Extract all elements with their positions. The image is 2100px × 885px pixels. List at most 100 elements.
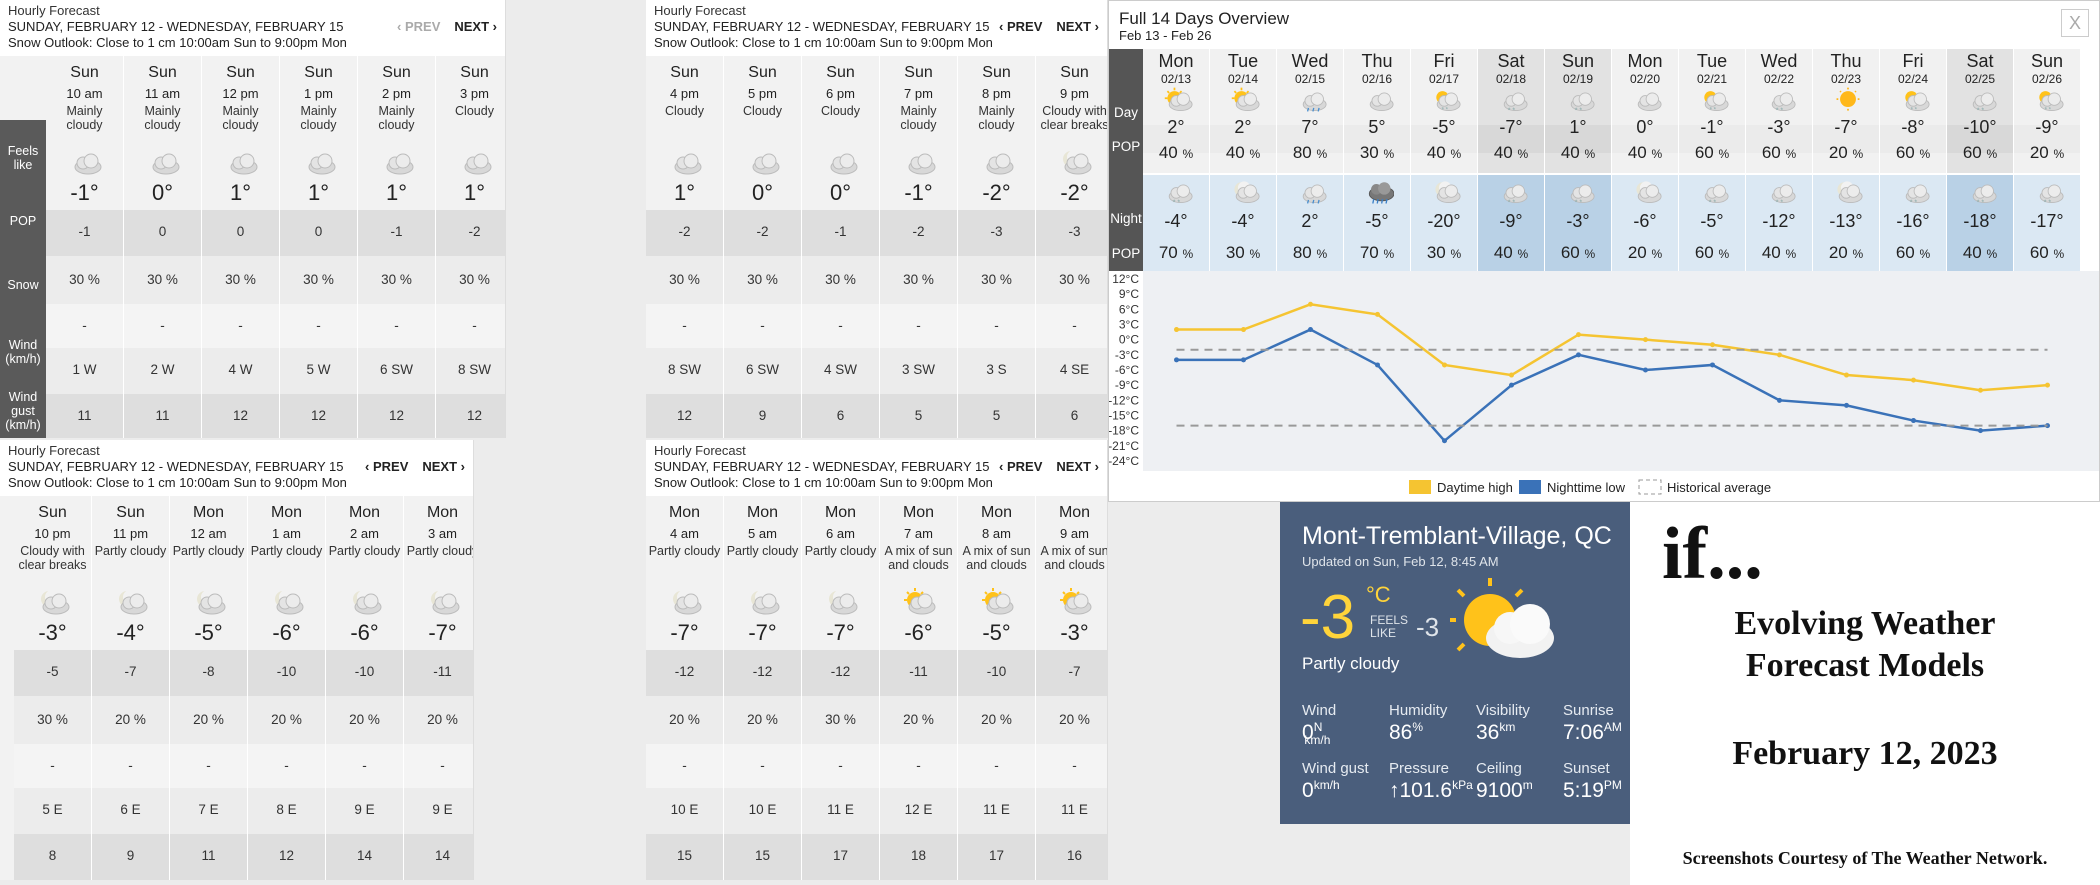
hour-label: 10 am xyxy=(66,86,103,101)
stat-label: Wind xyxy=(1302,702,1337,719)
stat-label: Humidity xyxy=(1389,702,1448,719)
day-pop-value: 40 xyxy=(1426,143,1446,162)
condition-text: Partly cloudy xyxy=(648,544,721,558)
hour-label: 4 am xyxy=(670,526,699,541)
day-pop: 20 % xyxy=(2014,143,2080,163)
pop-label: POP xyxy=(1111,139,1141,154)
hour-label: 9 pm xyxy=(1060,86,1089,101)
wind-gust-value: 15 xyxy=(754,848,771,863)
snow-cloud-icon: * * xyxy=(1766,87,1796,114)
next-button[interactable]: NEXT › xyxy=(1056,19,1099,34)
pop-value: 30 % xyxy=(825,272,856,287)
next-button[interactable]: NEXT › xyxy=(454,19,497,34)
wind-gust-value: 6 xyxy=(836,408,845,423)
cloudy-icon xyxy=(224,148,258,176)
current-temperature: -3 xyxy=(1300,583,1356,652)
snow-cloud-icon: * * xyxy=(1699,179,1729,206)
night-pop-value: 60 xyxy=(1694,243,1714,262)
hour-column: Sun 8 pm Mainly cloudy -2° -3 30 % - 3 S 5 xyxy=(958,56,1036,438)
wind-value: 4 SE xyxy=(1059,362,1090,377)
daytime-high: 1° xyxy=(1569,117,1587,137)
day-column: Fri 02/17 * * -5° 40 % -20° 30 % xyxy=(1411,49,1478,271)
stat-value: ↑101.6kPa xyxy=(1389,778,1473,803)
snow-value: - xyxy=(316,318,321,333)
snow-outlook: Snow Outlook: Close to 1 cm 10:00am Sun … xyxy=(654,475,993,490)
pct-unit: % xyxy=(1986,247,1998,261)
overview-title: Full 14 Days Overview xyxy=(1119,9,1290,28)
partly-cloudy-night-icon xyxy=(270,588,304,616)
pct-unit: % xyxy=(2053,247,2065,261)
hour-label: 3 pm xyxy=(460,86,489,101)
wind-gust-value: 12 xyxy=(278,848,295,863)
pop-value: 20 % xyxy=(115,712,146,727)
svg-text:* *: * * xyxy=(1710,106,1717,113)
hourly-columns: Sun 4 pm Cloudy 1° -2 30 % - 8 SW 12 Sun 5 pm Cloud… xyxy=(646,56,1108,438)
sun-cloud-icon xyxy=(1230,87,1260,113)
day-pop-value: 40 xyxy=(1158,143,1178,162)
prev-button[interactable]: ‹ PREV xyxy=(999,459,1042,474)
day-column: Sun 02/26 * * -9° 20 % * * -17° 60 % xyxy=(2014,49,2081,271)
pct-unit: % xyxy=(2053,147,2065,161)
next-button[interactable]: NEXT › xyxy=(1056,459,1099,474)
pct-unit: % xyxy=(1517,147,1529,161)
day-pop-value: 60 xyxy=(1761,143,1781,162)
pop-value: 20 % xyxy=(903,712,934,727)
night-pop: 40 % xyxy=(1947,243,2013,263)
temperature: -3° xyxy=(1060,620,1089,645)
day-name: Sun xyxy=(460,64,489,81)
feels-like-value: -12 xyxy=(830,664,851,679)
cloudy-icon xyxy=(668,148,702,176)
night-pop-value: 30 xyxy=(1225,243,1245,262)
pop-value: 30 % xyxy=(303,272,334,287)
stat-value: 7:06AM xyxy=(1563,720,1622,745)
y-tick-label: 6°C xyxy=(1119,302,1139,316)
wind-gust-value: 11 xyxy=(201,848,216,863)
y-tick-label: -24°C xyxy=(1109,454,1139,468)
temperature: -3° xyxy=(38,620,67,645)
next-button[interactable]: NEXT › xyxy=(422,459,465,474)
wind-value: 10 E xyxy=(670,802,699,817)
night-pop: 30 % xyxy=(1210,243,1276,263)
wind-value: 4 SW xyxy=(823,362,857,377)
temperature: -7° xyxy=(670,620,699,645)
y-tick-label: 12°C xyxy=(1112,272,1139,286)
close-button[interactable]: X xyxy=(2061,9,2089,37)
stat-label: Sunset xyxy=(1563,760,1610,777)
prev-button[interactable]: ‹ PREV xyxy=(397,19,440,34)
wind-value: 11 E xyxy=(827,802,854,817)
day-column: Fri 02/24 * * -8° 60 % * * -16° 60 % xyxy=(1880,49,1947,271)
condition-text: A mix of sun and clouds xyxy=(884,544,953,572)
day-column: Mon 02/13 2° 40 % * * -4° 70 % xyxy=(1143,49,1210,271)
day-of-week: Mon xyxy=(1158,51,1194,71)
wind-gust-value: 12 xyxy=(676,408,693,423)
chart-plot-area xyxy=(1143,271,2099,471)
overview-panel: Full 14 Days Overview Feb 13 - Feb 26 X … xyxy=(1108,0,2100,502)
day-of-week: Fri xyxy=(1433,51,1455,71)
snow-value: - xyxy=(160,318,165,333)
pop-value: 20 % xyxy=(427,712,458,727)
condition-text: Cloudy with clear breaks xyxy=(1040,104,1108,132)
night-pop-value: 30 xyxy=(1426,243,1446,262)
condition-text: A mix of sun and clouds xyxy=(962,544,1031,572)
hourly-panel-1: Hourly Forecast SUNDAY, FEBRUARY 12 - WED… xyxy=(0,0,506,438)
day-column: Tue 02/14 2° 40 % -4° 30 % xyxy=(1210,49,1277,271)
temperature: -2° xyxy=(982,180,1011,205)
nighttime-low: -3° xyxy=(1566,211,1590,231)
pager: ‹ PREV NEXT › xyxy=(999,19,1099,34)
panel-title: Hourly Forecast xyxy=(654,443,746,458)
night-pop: 40 % xyxy=(1478,243,1544,263)
temperature: -2° xyxy=(1060,180,1089,205)
snow-value: - xyxy=(760,318,765,333)
snow-cloud-icon: * * xyxy=(1967,87,1997,114)
day-column: Mon 02/20 0° 40 % -6° 20 % xyxy=(1612,49,1679,271)
panel-header: Hourly Forecast SUNDAY, FEBRUARY 12 - WED… xyxy=(646,440,1107,496)
prev-button[interactable]: ‹ PREV xyxy=(365,459,408,474)
temperature: -1° xyxy=(904,180,933,205)
partly-cloudy-night-icon xyxy=(426,588,460,616)
hour-label: 12 pm xyxy=(222,86,259,101)
cloudy-icon xyxy=(380,148,414,176)
day-label: Day xyxy=(1113,105,1138,120)
prev-button[interactable]: ‹ PREV xyxy=(999,19,1042,34)
wind-gust-value: 6 xyxy=(1070,408,1079,423)
heading-date: February 12, 2023 xyxy=(1732,735,1998,772)
